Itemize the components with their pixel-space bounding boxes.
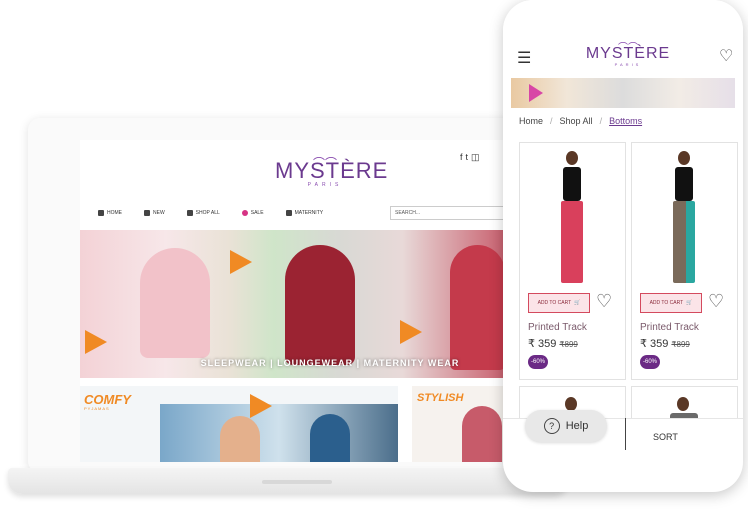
triangle-decoration <box>230 250 252 274</box>
triangle-decoration <box>400 320 422 344</box>
question-icon: ? <box>543 418 560 434</box>
product-price: ₹ 359 ₹899 <box>528 338 578 350</box>
model-head <box>678 151 690 165</box>
nav-sale[interactable]: SALE <box>241 210 264 216</box>
comfy-pyjamas-card[interactable]: COMFY PYJAMAS <box>80 386 398 462</box>
wishlist-icon[interactable]: ♡ <box>719 46 733 66</box>
hero-caption: SLEEPWEAR | LOUNGEWEAR | MATERNITY WEAR <box>200 358 460 368</box>
model-top <box>675 167 693 201</box>
model-pants <box>673 201 695 283</box>
social-links: ft◫ <box>460 152 483 163</box>
triangle-decoration <box>85 330 107 354</box>
mobile-logo[interactable]: ︵︵ MYSTÈRE PARIS <box>583 37 673 68</box>
nav-shop-all[interactable]: SHOP ALL <box>186 210 220 216</box>
add-to-cart-button[interactable]: ADD TO CART 🛒 <box>528 293 590 313</box>
help-button[interactable]: ? Help <box>525 410 607 442</box>
product-mrp: ₹899 <box>671 340 690 349</box>
model-head <box>566 151 578 165</box>
wishlist-icon[interactable]: ♡ <box>596 291 612 312</box>
stylish-card[interactable]: STYLISH <box>412 386 510 462</box>
breadcrumb: Home / Shop All / Bottoms <box>519 116 642 126</box>
bottom-divider <box>625 418 626 450</box>
product-name[interactable]: Printed Track <box>640 322 699 333</box>
product-card[interactable]: ADD TO CART 🛒 ♡ Printed Track ₹ 359 ₹899 -… <box>631 142 738 380</box>
menu-icon[interactable]: ☰ <box>517 48 531 68</box>
product-mrp: ₹899 <box>559 340 578 349</box>
breadcrumb-shop-all[interactable]: Shop All <box>560 116 593 126</box>
sale-icon <box>241 210 248 216</box>
product-name[interactable]: Printed Track <box>528 322 587 333</box>
hero-model <box>450 245 505 370</box>
mobile-banner[interactable] <box>511 78 735 108</box>
nav-maternity[interactable]: MATERNITY <box>285 210 323 216</box>
breadcrumb-home[interactable]: Home <box>519 116 543 126</box>
product-price: ₹ 359 ₹899 <box>640 338 690 350</box>
maternity-icon <box>285 210 292 216</box>
breadcrumb-bottoms[interactable]: Bottoms <box>609 116 642 126</box>
desktop-nav: HOME NEW SHOP ALL SALE MATERNITY <box>98 210 323 216</box>
card-image <box>160 404 398 462</box>
home-icon <box>98 210 104 216</box>
mobile-phone: ☰ ︵︵ MYSTÈRE PARIS ♡ Home / Shop All / B… <box>503 0 743 492</box>
model-head <box>565 397 577 411</box>
instagram-icon[interactable]: ◫ <box>471 152 483 162</box>
hero-model <box>140 248 210 358</box>
discount-badge: -60% <box>528 355 548 369</box>
product-image[interactable] <box>670 151 698 291</box>
product-image[interactable] <box>558 151 586 291</box>
discount-badge: -60% <box>640 355 660 369</box>
wishlist-icon[interactable]: ♡ <box>708 291 724 312</box>
model-pants <box>561 201 583 283</box>
card-model <box>310 414 350 462</box>
desktop-screen: ︵︵ MYSTÈRE PARIS ft◫ HOME NEW SHOP ALL S… <box>80 140 510 462</box>
triangle-decoration <box>529 84 543 102</box>
breadcrumb-separator: / <box>599 116 603 126</box>
hero-banner[interactable]: SLEEPWEAR | LOUNGEWEAR | MATERNITY WEAR <box>80 230 510 378</box>
cart-icon: 🛒 <box>574 300 581 306</box>
search-input[interactable]: SEARCH... <box>390 206 510 220</box>
product-card[interactable]: ADD TO CART 🛒 ♡ Printed Track ₹ 359 ₹899 -… <box>519 142 626 380</box>
breadcrumb-separator: / <box>550 116 553 126</box>
model-head <box>677 397 689 411</box>
grid-icon <box>186 210 193 216</box>
hero-model <box>285 245 355 365</box>
cart-icon: 🛒 <box>686 300 693 306</box>
laptop-notch <box>262 480 332 484</box>
card-model <box>462 406 502 462</box>
new-icon <box>144 210 150 216</box>
card-model <box>220 416 260 462</box>
triangle-decoration <box>250 394 272 418</box>
nav-home[interactable]: HOME <box>98 210 122 216</box>
nav-new[interactable]: NEW <box>144 210 165 216</box>
add-to-cart-button[interactable]: ADD TO CART 🛒 <box>640 293 702 313</box>
desktop-logo[interactable]: ︵︵ MYSTÈRE PARIS <box>275 149 387 188</box>
model-top <box>563 167 581 201</box>
sort-button[interactable]: SORT <box>653 432 678 442</box>
